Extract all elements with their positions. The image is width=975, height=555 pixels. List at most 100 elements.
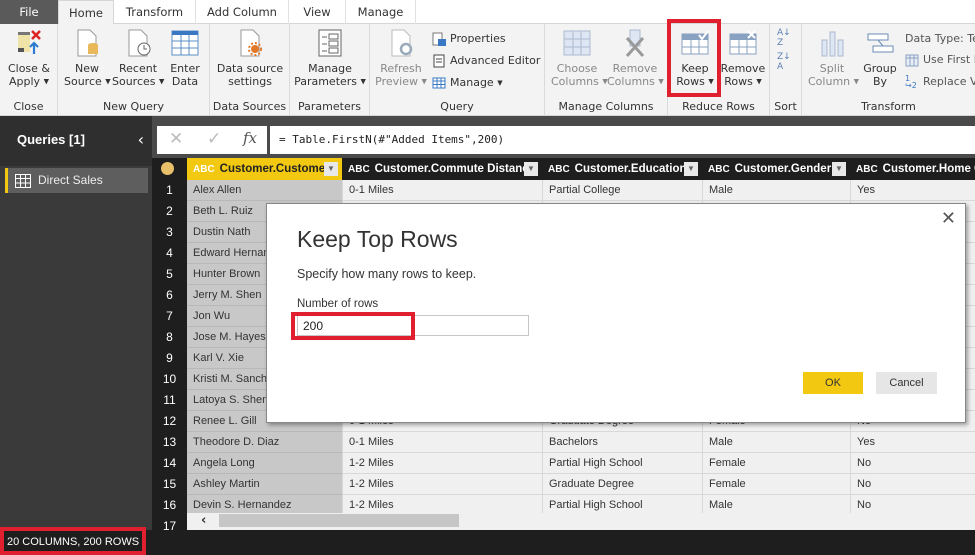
confirm-formula-icon[interactable]: ✓	[207, 129, 221, 149]
row-number[interactable]: 12	[152, 411, 187, 432]
table-cell[interactable]: Yes	[850, 180, 975, 201]
close-icon[interactable]: ✕	[941, 208, 956, 229]
table-cell[interactable]: 0-1 Miles	[342, 432, 542, 453]
table-cell[interactable]: Bachelors	[542, 432, 702, 453]
row-number[interactable]: 17	[152, 516, 187, 530]
row-number[interactable]: 3	[152, 222, 187, 243]
formula-input[interactable]: = Table.FirstN(#"Added Items",200)	[270, 126, 975, 154]
recent-sources-button[interactable]: Recent Sources ▼	[112, 28, 164, 89]
calendar-table-icon	[905, 53, 919, 67]
table-cell[interactable]: Female	[702, 453, 850, 474]
keep-top-rows-dialog: ✕ Keep Top Rows Specify how many rows to…	[266, 203, 966, 423]
table-cell[interactable]: Female	[702, 474, 850, 495]
scroll-left-icon[interactable]: ‹	[201, 513, 206, 528]
table-cell[interactable]: Alex Allen	[187, 180, 342, 201]
table-cell[interactable]: Angela Long	[187, 453, 342, 474]
tab-view[interactable]: View	[289, 0, 346, 24]
group-transform: Split Column ▼ Group By Data Type: Text …	[802, 24, 975, 116]
choose-columns-button[interactable]: Choose Columns ▼	[551, 28, 608, 89]
column-filter-icon[interactable]: ▼	[524, 162, 538, 176]
table-cell[interactable]: 0-1 Miles	[342, 180, 542, 201]
column-filter-icon[interactable]: ▼	[684, 162, 698, 176]
cancel-formula-icon[interactable]: ✕	[169, 129, 183, 149]
data-source-settings-button[interactable]: Data source settings	[215, 28, 285, 88]
fx-icon[interactable]: fx	[243, 129, 257, 147]
column-header[interactable]: ABC Customer.Customer ▼	[187, 158, 342, 180]
horizontal-scrollbar[interactable]: ‹	[187, 513, 975, 530]
remove-columns-button[interactable]: Remove Columns ▼	[607, 28, 664, 89]
row-number[interactable]: 9	[152, 348, 187, 369]
new-source-button[interactable]: New Source ▼	[64, 28, 111, 89]
use-first-row-button[interactable]: Use First Row as Headers	[905, 50, 975, 70]
row-number[interactable]: 2	[152, 201, 187, 222]
row-number[interactable]: 6	[152, 285, 187, 306]
remove-rows-button[interactable]: Remove Rows ▼	[720, 28, 766, 89]
sort-descending-button[interactable]: Z↓ A	[777, 52, 791, 74]
column-filter-icon[interactable]: ▼	[832, 162, 846, 176]
tab-manage[interactable]: Manage	[346, 0, 416, 24]
row-number[interactable]: 8	[152, 327, 187, 348]
table-row: 14 Angela Long 1-2 Miles Partial High Schoo…	[152, 453, 975, 474]
close-apply-icon	[14, 28, 44, 58]
properties-button[interactable]: Properties	[432, 29, 506, 49]
split-column-icon	[817, 28, 847, 58]
table-cell[interactable]: 1-2 Miles	[342, 474, 542, 495]
table-cell[interactable]: 1-2 Miles	[342, 453, 542, 474]
cancel-button[interactable]: Cancel	[876, 372, 937, 394]
text-type-icon[interactable]: ABC	[548, 164, 570, 175]
column-filter-icon[interactable]: ▼	[324, 162, 338, 176]
table-cell[interactable]: Male	[702, 432, 850, 453]
table-cell[interactable]: Partial College	[542, 180, 702, 201]
split-column-button[interactable]: Split Column ▼	[808, 28, 859, 89]
table-cell[interactable]: Partial High School	[542, 453, 702, 474]
collapse-pane-icon[interactable]: ‹	[138, 130, 144, 149]
row-number[interactable]: 7	[152, 306, 187, 327]
column-header[interactable]: ABC Customer.Commute Distance ▼	[342, 158, 542, 180]
row-number[interactable]: 11	[152, 390, 187, 411]
row-number[interactable]: 1	[152, 180, 187, 201]
tab-home[interactable]: Home	[58, 0, 114, 25]
grid-header: ABC Customer.Customer ▼ ABC Customer.Commute…	[152, 158, 975, 180]
close-apply-button[interactable]: Close & Apply ▼	[6, 28, 52, 89]
table-menu-button[interactable]	[152, 158, 187, 180]
group-by-button[interactable]: Group By	[860, 28, 900, 88]
table-cell[interactable]: No	[850, 453, 975, 474]
row-number[interactable]: 4	[152, 243, 187, 264]
text-type-icon[interactable]: ABC	[348, 164, 370, 175]
column-header[interactable]: ABC Customer.Education ▼	[542, 158, 702, 180]
text-type-icon[interactable]: ABC	[708, 164, 730, 175]
ribbon-tabs: File Home Transform Add Column View Mana…	[0, 0, 975, 25]
manage-query-button[interactable]: Manage ▼	[432, 73, 503, 93]
row-number[interactable]: 10	[152, 369, 187, 390]
row-number[interactable]: 15	[152, 474, 187, 495]
advanced-editor-button[interactable]: Advanced Editor	[432, 51, 540, 71]
row-number[interactable]: 16	[152, 495, 187, 516]
row-number[interactable]: 14	[152, 453, 187, 474]
data-type-dropdown[interactable]: Data Type: Text	[905, 29, 975, 49]
row-number[interactable]: 5	[152, 264, 187, 285]
table-cell[interactable]: Male	[702, 180, 850, 201]
scrollbar-thumb[interactable]	[219, 514, 459, 527]
column-header[interactable]: ABC Customer.Home Ow	[850, 158, 975, 180]
column-header[interactable]: ABC Customer.Gender ▼	[702, 158, 850, 180]
table-cell[interactable]: Ashley Martin	[187, 474, 342, 495]
table-cell[interactable]: Graduate Degree	[542, 474, 702, 495]
sort-ascending-button[interactable]: A↓ Z	[777, 28, 791, 50]
number-of-rows-label: Number of rows	[297, 298, 379, 310]
ok-button[interactable]: OK	[803, 372, 863, 394]
row-number[interactable]: 13	[152, 432, 187, 453]
tab-file[interactable]: File	[0, 0, 58, 24]
query-item-direct-sales[interactable]: Direct Sales	[5, 168, 148, 193]
text-type-icon[interactable]: ABC	[856, 164, 878, 175]
table-cell[interactable]: Theodore D. Diaz	[187, 432, 342, 453]
text-type-icon[interactable]: ABC	[193, 164, 215, 175]
tab-transform[interactable]: Transform	[114, 0, 196, 24]
table-cell[interactable]: No	[850, 474, 975, 495]
refresh-preview-button[interactable]: Refresh Preview ▼	[375, 28, 427, 89]
manage-parameters-button[interactable]: Manage Parameters ▼	[294, 28, 366, 89]
input-highlight	[291, 312, 415, 340]
enter-data-button[interactable]: Enter Data	[166, 28, 204, 88]
table-cell[interactable]: Yes	[850, 432, 975, 453]
replace-values-button[interactable]: 1↪2Replace Values	[905, 72, 975, 92]
tab-add-column[interactable]: Add Column	[196, 0, 289, 24]
